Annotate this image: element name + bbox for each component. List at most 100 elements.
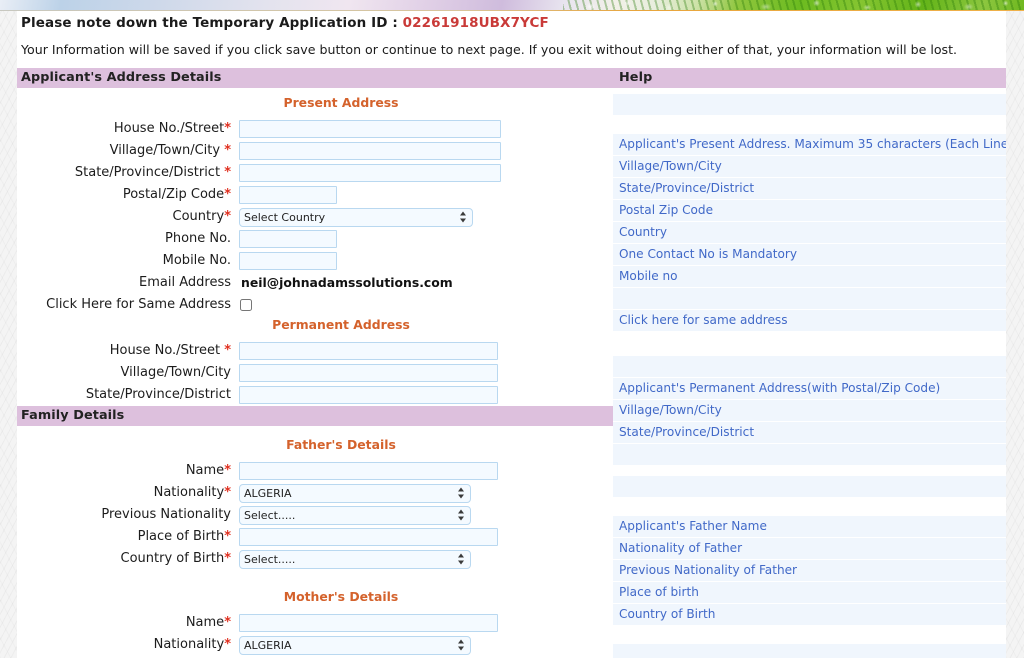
label-text: Village/Town/City [120, 364, 231, 380]
required-marker: * [224, 528, 231, 544]
input-present-house-street[interactable] [239, 119, 501, 138]
input-present-state-district[interactable] [239, 163, 501, 182]
label-father-previous-nationality: Previous Nationality [17, 507, 239, 523]
help-row: One Contact No is Mandatory [613, 244, 1006, 265]
help-row: Applicant's Present Address. Maximum 35 … [613, 134, 1006, 155]
label-present-house-street: House No./Street* [17, 121, 239, 137]
required-marker: * [224, 120, 231, 136]
input-father-name[interactable] [239, 461, 498, 480]
required-marker: * [224, 186, 231, 202]
field-row-present-phone: Phone No. [17, 228, 613, 249]
help-row-spacer [613, 288, 1006, 309]
select-present-country[interactable]: Select Country [239, 208, 473, 227]
required-marker: * [224, 164, 231, 180]
required-marker: * [224, 342, 231, 358]
help-row: State/Province/District [613, 178, 1006, 199]
help-row-spacer [613, 94, 1006, 115]
required-marker: * [224, 462, 231, 478]
label-text: Village/Town/City [109, 142, 225, 158]
select-father-previous-nationality[interactable]: Select..... [239, 506, 471, 525]
field-row-father-previous-nationality: Previous Nationality Select..... [17, 504, 613, 525]
label-text: Mobile No. [162, 252, 231, 268]
input-present-postal-code[interactable] [239, 185, 337, 204]
input-present-phone[interactable] [239, 229, 337, 248]
notice-prefix-text: Please note down the Temporary Applicati… [21, 15, 403, 31]
select-mother-nationality[interactable]: ALGERIA [239, 636, 471, 655]
checkbox-same-address[interactable] [240, 298, 252, 311]
help-row: Country [613, 222, 1006, 243]
required-marker: * [224, 484, 231, 500]
help-row-spacer [613, 644, 1006, 658]
field-row-mother-nationality: Nationality* ALGERIA [17, 634, 613, 655]
input-father-place-of-birth[interactable] [239, 527, 498, 546]
field-row-present-postal-code: Postal/Zip Code* [17, 184, 613, 205]
help-row-spacer [613, 476, 1006, 497]
help-row: State/Province/District [613, 422, 1006, 443]
help-row: Postal Zip Code [613, 200, 1006, 221]
label-text: Nationality [153, 636, 225, 652]
label-father-nationality: Nationality* [17, 485, 239, 501]
label-mother-nationality: Nationality* [17, 637, 239, 653]
help-row-spacer [613, 444, 1006, 465]
temporary-application-id-notice: Please note down the Temporary Applicati… [17, 11, 1006, 32]
select-wrapper-mother-nationality: ALGERIA [239, 634, 471, 655]
field-row-permanent-village-city: Village/Town/City [17, 362, 613, 383]
field-row-permanent-house-street: House No./Street * [17, 340, 613, 361]
input-present-mobile[interactable] [239, 251, 337, 270]
help-row: Previous Nationality of Father [613, 560, 1006, 581]
select-father-nationality[interactable]: ALGERIA [239, 484, 471, 503]
select-wrapper-father-nationality: ALGERIA [239, 482, 471, 503]
label-text: Country [172, 208, 225, 224]
select-wrapper-present-country: Select Country [239, 206, 473, 227]
field-row-permanent-state-district: State/Province/District [17, 384, 613, 405]
input-mother-name[interactable] [239, 613, 498, 632]
help-row: Applicant's Father Name [613, 516, 1006, 537]
select-father-country-of-birth[interactable]: Select..... [239, 550, 471, 569]
help-row: Click here for same address [613, 310, 1006, 331]
help-row: Applicant's Permanent Address(with Posta… [613, 378, 1006, 399]
save-information-notice: Your Information will be saved if you cl… [21, 42, 958, 57]
label-text: Place of Birth [137, 528, 225, 544]
input-permanent-house-street[interactable] [239, 341, 498, 360]
help-row: Country of Birth [613, 604, 1006, 625]
label-text: Phone No. [165, 230, 231, 246]
input-present-village-city[interactable] [239, 141, 501, 160]
label-text: Email Address [139, 274, 231, 290]
label-text: Name [185, 462, 225, 478]
field-row-present-email: Email Address neil@johnadamssolutions.co… [17, 272, 613, 293]
section-header-help: Help [613, 68, 1006, 88]
field-row-same-address: Click Here for Same Address [17, 294, 613, 315]
field-row-present-village-city: Village/Town/City * [17, 140, 613, 161]
label-present-postal-code: Postal/Zip Code* [17, 187, 239, 203]
field-row-present-country: Country* Select Country [17, 206, 613, 227]
page-left-margin-texture [0, 0, 17, 658]
form-column: Applicant's Address Details Present Addr… [17, 68, 613, 658]
required-marker: * [224, 636, 231, 652]
page-root: Please note down the Temporary Applicati… [0, 0, 1024, 658]
label-text: State/Province/District [85, 386, 231, 402]
label-present-country: Country* [17, 209, 239, 225]
required-marker: * [224, 550, 231, 566]
field-row-father-nationality: Nationality* ALGERIA [17, 482, 613, 503]
input-permanent-village-city[interactable] [239, 363, 498, 382]
field-row-father-country-of-birth: Country of Birth* Select..... [17, 548, 613, 569]
label-father-place-of-birth: Place of Birth* [17, 529, 239, 545]
subheading-fathers-details: Father's Details [286, 437, 396, 452]
label-present-phone: Phone No. [17, 231, 239, 247]
label-mother-name: Name* [17, 615, 239, 631]
required-marker: * [224, 142, 231, 158]
page-right-margin-texture [1006, 0, 1024, 658]
label-father-country-of-birth: Country of Birth* [17, 551, 239, 567]
label-text: Name [185, 614, 225, 630]
label-present-email: Email Address [17, 275, 239, 291]
input-permanent-state-district[interactable] [239, 385, 498, 404]
select-wrapper-father-country-of-birth: Select..... [239, 548, 471, 569]
label-present-state-district: State/Province/District * [17, 165, 239, 181]
subheading-permanent-address: Permanent Address [272, 317, 410, 332]
field-row-father-name: Name* [17, 460, 613, 481]
help-column: Help Applicant's Present Address. Maximu… [613, 68, 1006, 658]
page-content: Please note down the Temporary Applicati… [17, 11, 1006, 658]
field-row-father-place-of-birth: Place of Birth* [17, 526, 613, 547]
select-wrapper-father-previous-nationality: Select..... [239, 504, 471, 525]
label-father-name: Name* [17, 463, 239, 479]
